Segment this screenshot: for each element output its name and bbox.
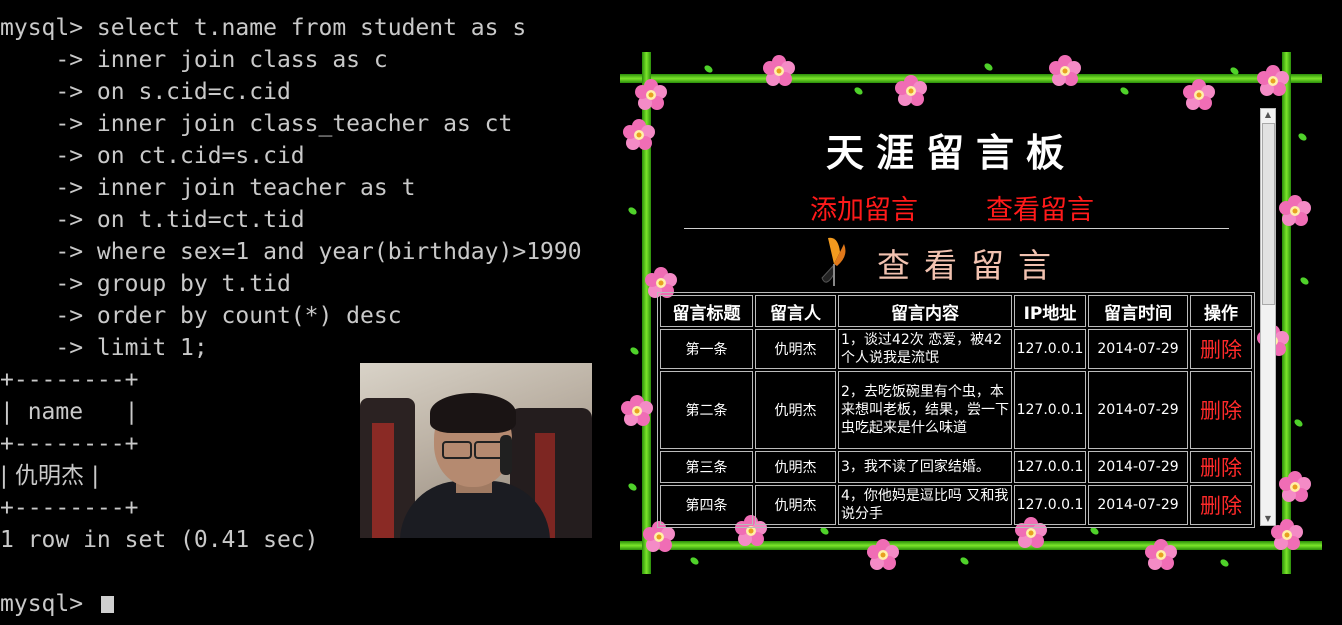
- cell-title: 第三条: [660, 451, 753, 483]
- guestbook-page: 天涯留言板 添加留言 查看留言 查看留言 留言标题 留言人 留言内容 IP地址 …: [620, 48, 1322, 578]
- terminal-line: -> group by t.tid: [0, 271, 291, 297]
- cell-ip: 127.0.0.1: [1014, 451, 1086, 483]
- terminal-line: -> limit 1;: [0, 335, 208, 361]
- flower-icon: [1279, 471, 1311, 502]
- cell-author: 仇明杰: [755, 485, 836, 525]
- col-content: 留言内容: [838, 295, 1012, 327]
- col-action: 操作: [1190, 295, 1252, 327]
- prompt-text: mysql>: [0, 591, 97, 617]
- terminal-line: -> inner join teacher as t: [0, 175, 416, 201]
- table-row: 第四条 仇明杰 4，你他妈是逗比吗 又和我说分手 127.0.0.1 2014-…: [660, 485, 1252, 525]
- result-header: | name |: [0, 399, 139, 425]
- cell-ip: 127.0.0.1: [1014, 485, 1086, 525]
- scroll-up-icon[interactable]: ▲: [1261, 109, 1275, 121]
- vertical-scrollbar[interactable]: ▲ ▼: [1260, 108, 1276, 526]
- cell-time: 2014-07-29: [1088, 371, 1188, 449]
- table-header-row: 留言标题 留言人 留言内容 IP地址 留言时间 操作: [660, 295, 1252, 327]
- col-author: 留言人: [755, 295, 836, 327]
- delete-link[interactable]: 删除: [1190, 329, 1252, 369]
- cell-content: 2，去吃饭碗里有个虫，本来想叫老板，结果，尝一下虫吃起来是什么味道: [838, 371, 1012, 449]
- terminal-line: -> on ct.cid=s.cid: [0, 143, 305, 169]
- col-time: 留言时间: [1088, 295, 1188, 327]
- divider: [684, 228, 1229, 229]
- table-row: 第三条 仇明杰 3，我不读了回家结婚。 127.0.0.1 2014-07-29…: [660, 451, 1252, 483]
- webcam-photo: [360, 363, 592, 538]
- result-border: +--------+: [0, 431, 139, 457]
- cell-title: 第二条: [660, 371, 753, 449]
- terminal-line: -> on s.cid=c.cid: [0, 79, 291, 105]
- cell-title: 第四条: [660, 485, 753, 525]
- cell-time: 2014-07-29: [1088, 329, 1188, 369]
- cell-title: 第一条: [660, 329, 753, 369]
- result-row: | 仇明杰 |: [0, 463, 100, 489]
- section-title: 查看留言: [877, 246, 1065, 285]
- terminal-line: -> order by count(*) desc: [0, 303, 402, 329]
- guestbook-content: 天涯留言板 添加留言 查看留言 查看留言 留言标题 留言人 留言内容 IP地址 …: [644, 106, 1278, 576]
- flower-icon: [895, 75, 927, 106]
- delete-link[interactable]: 删除: [1190, 451, 1252, 483]
- cell-content: 1，谈过42次 恋爱，被42个人说我是流氓: [838, 329, 1012, 369]
- delete-link[interactable]: 删除: [1190, 485, 1252, 525]
- cell-time: 2014-07-29: [1088, 451, 1188, 483]
- cursor: [100, 596, 114, 613]
- terminal-line: mysql> select t.name from student as s: [0, 15, 527, 41]
- terminal-line: -> on t.tid=ct.tid: [0, 207, 305, 233]
- terminal-line: -> where sex=1 and year(birthday)>1990: [0, 239, 582, 265]
- cell-content: 4，你他妈是逗比吗 又和我说分手: [838, 485, 1012, 525]
- scroll-thumb[interactable]: [1262, 123, 1275, 305]
- flower-icon: [1279, 195, 1311, 226]
- page-title: 天涯留言板: [825, 130, 1076, 175]
- cell-content: 3，我不读了回家结婚。: [838, 451, 1012, 483]
- cell-ip: 127.0.0.1: [1014, 329, 1086, 369]
- terminal-line: -> inner join class_teacher as ct: [0, 111, 513, 137]
- table-row: 第二条 仇明杰 2，去吃饭碗里有个虫，本来想叫老板，结果，尝一下虫吃起来是什么味…: [660, 371, 1252, 449]
- view-message-link[interactable]: 查看留言: [986, 188, 1094, 227]
- terminal-line: -> inner join class as c: [0, 47, 388, 73]
- cell-author: 仇明杰: [755, 329, 836, 369]
- cell-author: 仇明杰: [755, 371, 836, 449]
- flower-icon: [1257, 65, 1289, 96]
- scroll-down-icon[interactable]: ▼: [1261, 513, 1275, 525]
- messages-table: 留言标题 留言人 留言内容 IP地址 留言时间 操作 第一条 仇明杰 1，谈过4…: [657, 292, 1255, 528]
- add-message-link[interactable]: 添加留言: [810, 188, 918, 227]
- frame-top: [620, 74, 1322, 83]
- prompt-line[interactable]: mysql>: [0, 589, 114, 619]
- col-ip: IP地址: [1014, 295, 1086, 327]
- result-border: +--------+: [0, 495, 139, 521]
- cell-time: 2014-07-29: [1088, 485, 1188, 525]
- result-border: +--------+: [0, 367, 139, 393]
- cell-ip: 127.0.0.1: [1014, 371, 1086, 449]
- flower-icon: [763, 55, 795, 86]
- cell-author: 仇明杰: [755, 451, 836, 483]
- delete-link[interactable]: 删除: [1190, 371, 1252, 449]
- flower-icon: [1049, 55, 1081, 86]
- col-title: 留言标题: [660, 295, 753, 327]
- result-summary: 1 row in set (0.41 sec): [0, 527, 319, 553]
- table-row: 第一条 仇明杰 1，谈过42次 恋爱，被42个人说我是流氓 127.0.0.1 …: [660, 329, 1252, 369]
